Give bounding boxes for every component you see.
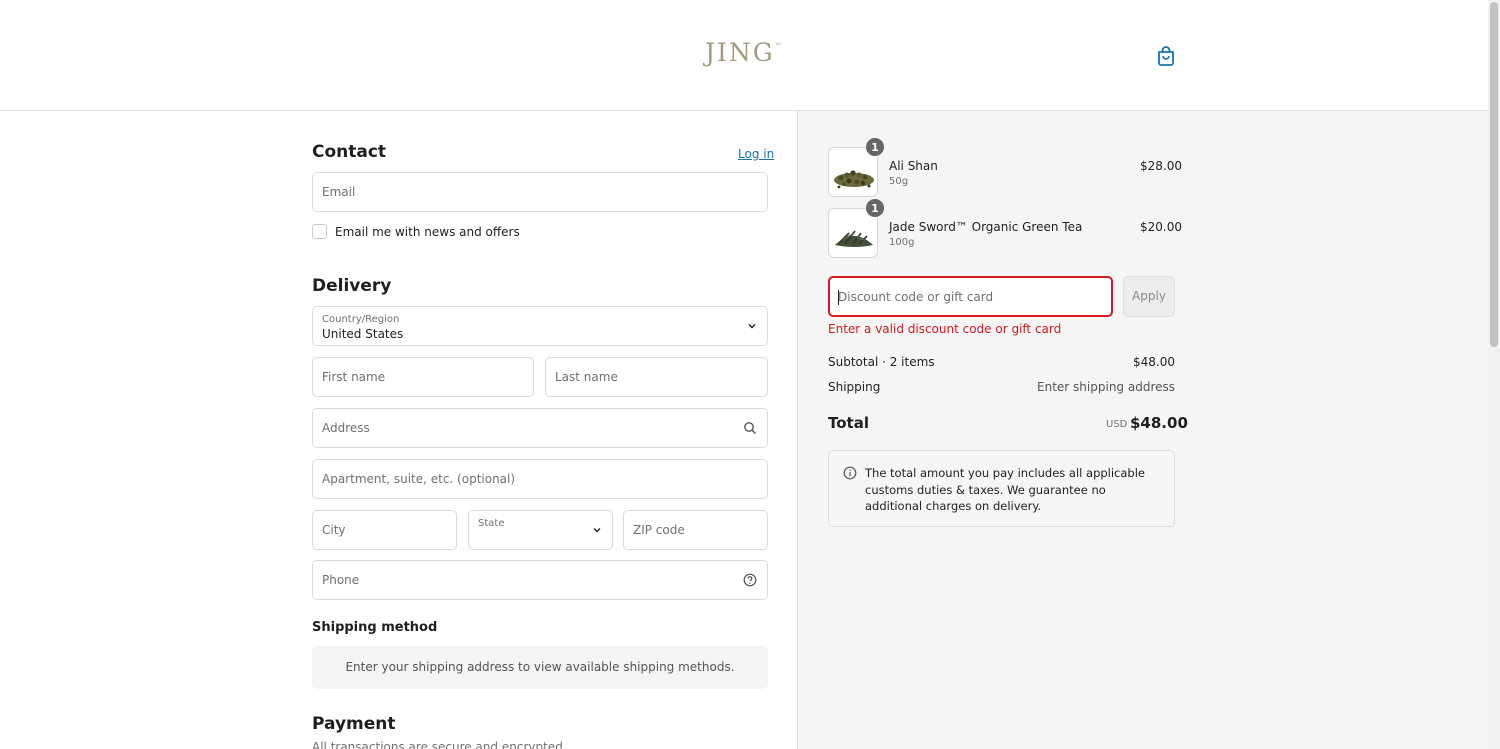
- newsletter-label[interactable]: Email me with news and offers: [335, 225, 520, 239]
- city-placeholder: City: [322, 523, 346, 537]
- country-label: Country/Region: [322, 314, 400, 325]
- discount-placeholder: Discount code or gift card: [838, 290, 994, 304]
- apply-discount-button[interactable]: Apply: [1123, 276, 1175, 317]
- quantity-badge: 1: [865, 198, 885, 218]
- apartment-placeholder: Apartment, suite, etc. (optional): [322, 472, 516, 486]
- subtotal-value: $48.00: [1133, 355, 1175, 369]
- first-name-field[interactable]: First name: [312, 357, 534, 397]
- subtotal-label: Subtotal · 2 items: [828, 355, 935, 369]
- item-thumbnail: 1: [828, 198, 885, 258]
- phone-placeholder: Phone: [322, 573, 360, 587]
- item-name: Ali Shan: [889, 159, 938, 173]
- shipping-method-notice: Enter your shipping address to view avai…: [312, 646, 768, 689]
- discount-error-message: Enter a valid discount code or gift card: [828, 322, 1062, 336]
- shipping-value: Enter shipping address: [1037, 380, 1175, 394]
- help-icon[interactable]: [743, 573, 757, 587]
- item-price: $28.00: [1140, 159, 1182, 173]
- payment-title: Payment: [312, 714, 396, 734]
- delivery-title: Delivery: [312, 276, 392, 296]
- item-thumbnail: 1: [828, 137, 885, 197]
- shipping-method-notice-text: Enter your shipping address to view avai…: [345, 660, 735, 674]
- city-field[interactable]: City: [312, 510, 457, 550]
- first-name-placeholder: First name: [322, 370, 386, 384]
- zip-field[interactable]: ZIP code: [623, 510, 768, 550]
- total-value: $48.00: [1130, 414, 1188, 432]
- item-price: $20.00: [1140, 220, 1182, 234]
- scrollbar-thumb[interactable]: [1490, 2, 1498, 347]
- shipping-label: Shipping: [828, 380, 881, 394]
- shipping-method-title: Shipping method: [312, 620, 438, 635]
- payment-subtitle: All transactions are secure and encrypte…: [312, 740, 567, 749]
- header: JING™: [0, 0, 1488, 111]
- total-label: Total: [828, 414, 869, 432]
- apartment-field[interactable]: Apartment, suite, etc. (optional): [312, 459, 768, 499]
- contact-title: Contact: [312, 142, 387, 162]
- state-select[interactable]: State: [468, 510, 613, 550]
- chevron-down-icon: [593, 528, 601, 533]
- address-field[interactable]: Address: [312, 408, 768, 448]
- newsletter-checkbox[interactable]: [312, 224, 327, 239]
- email-field[interactable]: Email: [312, 172, 768, 212]
- zip-placeholder: ZIP code: [633, 523, 685, 537]
- duties-notice: The total amount you pay includes all ap…: [828, 450, 1175, 527]
- last-name-placeholder: Last name: [555, 370, 618, 384]
- country-value: United States: [322, 327, 404, 341]
- address-placeholder: Address: [322, 421, 370, 435]
- info-icon: [843, 466, 857, 480]
- shopping-bag-icon[interactable]: [1155, 45, 1177, 67]
- search-icon[interactable]: [743, 421, 757, 435]
- item-name: Jade Sword™ Organic Green Tea: [889, 220, 1083, 234]
- brand-logo[interactable]: JING™: [705, 38, 782, 67]
- state-label: State: [478, 518, 505, 529]
- item-variant: 50g: [889, 176, 909, 187]
- discount-code-field[interactable]: Discount code or gift card: [828, 276, 1113, 317]
- last-name-field[interactable]: Last name: [545, 357, 768, 397]
- chevron-down-icon: [748, 324, 756, 329]
- login-link[interactable]: Log in: [738, 147, 774, 161]
- total-currency: USD: [1106, 419, 1128, 430]
- page-scrollbar[interactable]: [1488, 0, 1500, 749]
- quantity-badge: 1: [865, 137, 885, 157]
- email-placeholder: Email: [322, 185, 356, 199]
- phone-field[interactable]: Phone: [312, 560, 768, 600]
- duties-notice-text: The total amount you pay includes all ap…: [865, 466, 1145, 513]
- item-variant: 100g: [889, 237, 915, 248]
- country-select[interactable]: Country/Region United States: [312, 306, 768, 346]
